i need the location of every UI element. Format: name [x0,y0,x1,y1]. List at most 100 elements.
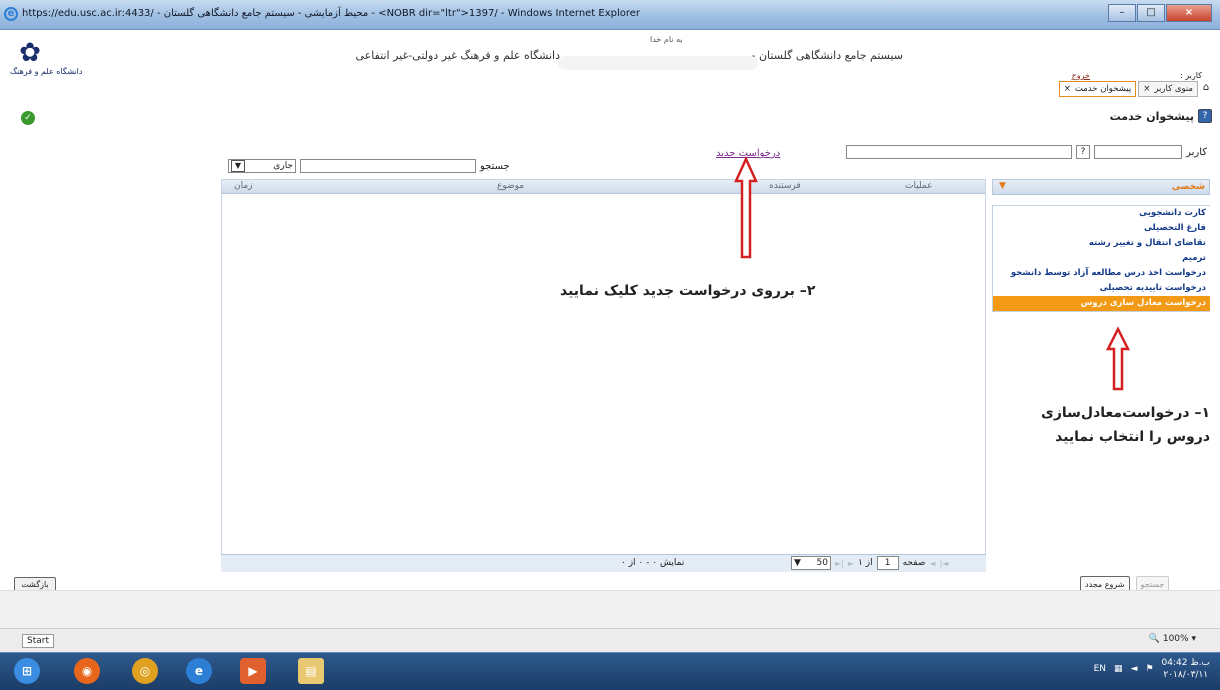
page-size-select[interactable]: ▼ 50 [791,556,831,570]
chrome-icon[interactable]: ◎ [132,658,158,684]
system-title: سیستم جامع دانشگاهی گلستان - [751,49,903,62]
arrow-up-icon [1105,326,1131,391]
clock[interactable]: 04:42 ب.ظ ۲۰۱۸/۰۳/۱۱ [1162,657,1210,681]
col-operations[interactable]: عملیات [905,181,932,191]
step2-note: ۲– برروی درخواست جدید کلیک نمایید [560,283,816,299]
menu-item-selected[interactable]: درخواست معادل سازی دروس [993,296,1210,311]
menu-header-label: شخصی [1171,182,1205,192]
tab-label: پیشخوان خدمت [1074,84,1132,94]
university-logo: ✿ دانشگاه علم و فرهنگ [10,38,83,95]
window-controls: – □ × [1108,4,1212,22]
help-icon[interactable]: ? [1198,109,1212,123]
university-name: دانشگاه علم و فرهنگ غیر دولتی-غیر انتفاع… [355,49,560,62]
user-name-input[interactable] [846,145,1073,159]
taskbar: ⊞ ◉ ◎ e ▶ ▤ EN ▦ ◄ ⚑ 04:42 ب.ظ ۲۰۱۸/۰۳/۱… [0,652,1220,690]
app-area: ✿ دانشگاه علم و فرهنگ به نام خدا سیستم ج… [0,31,1220,621]
search-input[interactable] [300,159,476,173]
search-row: جاری ▼ جستجو [228,158,510,174]
status-select[interactable]: جاری ▼ [228,159,296,173]
col-time[interactable]: زمان [234,181,253,191]
menu-list: کارت دانشجویی فارغ التحصیلی تقاضای انتقا… [992,205,1210,312]
page-label: صفحه [902,558,926,568]
search-label: جستجو [480,160,510,172]
chevron-down-icon[interactable]: ▾ [1191,634,1196,644]
display-count: نمایش ۰ - ۰ از ۰ [621,558,685,568]
ie-icon[interactable]: e [186,658,212,684]
system-tray: EN ▦ ◄ ⚑ 04:42 ب.ظ ۲۰۱۸/۰۳/۱۱ [1094,657,1210,681]
tab-user-menu[interactable]: منوی کاربر × [1138,81,1198,97]
side-menu: شخصی ▼ کارت دانشجویی فارغ التحصیلی تقاضا… [992,179,1210,329]
user-filter: کاربر ? [846,145,1207,159]
folder-icon[interactable]: ▤ [298,658,324,684]
firefox-icon[interactable]: ◉ [74,658,100,684]
zoom-level[interactable]: 🔍 100% ▾ [1149,634,1196,644]
menu-item[interactable]: درخواست تاییدیه تحصیلی [993,281,1210,296]
col-subject[interactable]: موضوع [497,181,524,191]
menu-item[interactable]: کارت دانشجویی [993,206,1210,221]
step1-note: ۱– درخواست‌معادل‌سازی دروس را انتخاب نما… [1010,401,1210,449]
maximize-button[interactable]: □ [1137,4,1165,22]
step1-line1: ۱– درخواست‌معادل‌سازی [1041,405,1210,421]
step1-line2: دروس را انتخاب نمایید [1055,429,1210,445]
zoom-icon: 🔍 [1148,634,1160,644]
tab-close-icon[interactable]: × [1143,82,1150,96]
user-label: کاربر : [1180,71,1202,80]
close-button[interactable]: × [1166,4,1212,22]
logo-flower-icon: ✿ [19,38,41,68]
volume-icon[interactable]: ◄ [1131,664,1138,674]
network-icon[interactable]: ▦ [1114,664,1123,674]
menu-item[interactable]: ترمیم [993,251,1210,266]
exit-link[interactable]: خروج [1072,71,1090,80]
col-sender[interactable]: فرستنده [769,181,801,191]
home-icon[interactable]: ⌂ [1200,82,1212,96]
tab-close-icon[interactable]: × [1064,82,1071,96]
user-filter-label: کاربر [1186,146,1207,158]
last-page-icon[interactable]: ►| [835,559,844,568]
minimize-button[interactable]: – [1108,4,1136,22]
next-page-icon[interactable]: ► [848,559,854,568]
clock-date: ۲۰۱۸/۰۳/۱۱ [1163,670,1209,680]
grid-header: عملیات فرستنده موضوع زمان [222,180,985,194]
tab-bar: ⌂ منوی کاربر × پیشخوان خدمت × [1058,81,1212,97]
pager: ▼ 50 ►| ► از ۱ 1 صفحه ◄ |◄ [791,556,948,570]
logo-caption: دانشگاه علم و فرهنگ [10,67,83,76]
language-indicator[interactable]: EN [1094,664,1106,674]
browser-statusbar: Start 🔍 100% ▾ [0,628,1220,652]
menu-header[interactable]: شخصی ▼ [992,179,1210,195]
menu-item[interactable]: درخواست اخذ درس مطالعه آزاد توسط دانشجو [993,266,1210,281]
of-label: از ۱ [858,558,873,568]
arrow-up-icon [734,155,758,259]
service-title: پیشخوان خدمت [1109,109,1194,123]
service-title-bar: ? پیشخوان خدمت [1110,109,1212,123]
tab-service-desk[interactable]: پیشخوان خدمت × [1058,81,1137,97]
page-number-input[interactable]: 1 [876,556,899,570]
header: ✿ دانشگاه علم و فرهنگ به نام خدا سیستم ج… [0,31,1220,101]
windows-start-icon[interactable]: ⊞ [14,658,40,684]
window-titlebar: e https://edu.usc.ac.ir:4433/ - محیط آزم… [0,0,1220,30]
media-player-icon[interactable]: ▶ [240,658,266,684]
page-status-area [0,590,1220,628]
status-select-value: جاری [273,161,293,171]
grid-footer: نمایش ۰ - ۰ از ۰ ▼ 50 ►| ► از ۱ 1 صفحه ◄… [221,554,986,572]
ie-icon: e [4,7,18,21]
user-code-input[interactable] [1094,145,1183,159]
page-size-value: 50 [816,558,828,568]
by-name-text: به نام خدا [650,35,683,44]
first-page-icon[interactable]: |◄ [940,559,949,568]
chevron-down-icon[interactable]: ▼ [794,558,801,568]
check-icon: ✓ [21,111,35,125]
flag-icon[interactable]: ⚑ [1145,664,1153,674]
chevron-down-icon[interactable]: ▼ [231,160,245,172]
redacted-area [558,56,758,70]
menu-item[interactable]: تقاضای انتقال و تغییر رشته [993,236,1210,251]
requests-grid: عملیات فرستنده موضوع زمان [221,179,986,572]
new-request-link[interactable]: درخواست جدید [716,148,780,159]
window-title: https://edu.usc.ac.ir:4433/ - محیط آزمای… [22,8,641,19]
menu-item[interactable]: فارغ التحصیلی [993,221,1210,236]
prev-page-icon[interactable]: ◄ [929,559,935,568]
user-lookup-button[interactable]: ? [1076,145,1091,159]
tab-label: منوی کاربر [1154,84,1193,94]
zoom-value: 100% [1162,634,1189,644]
chevron-down-icon[interactable]: ▼ [999,181,1006,191]
start-label[interactable]: Start [22,634,54,648]
